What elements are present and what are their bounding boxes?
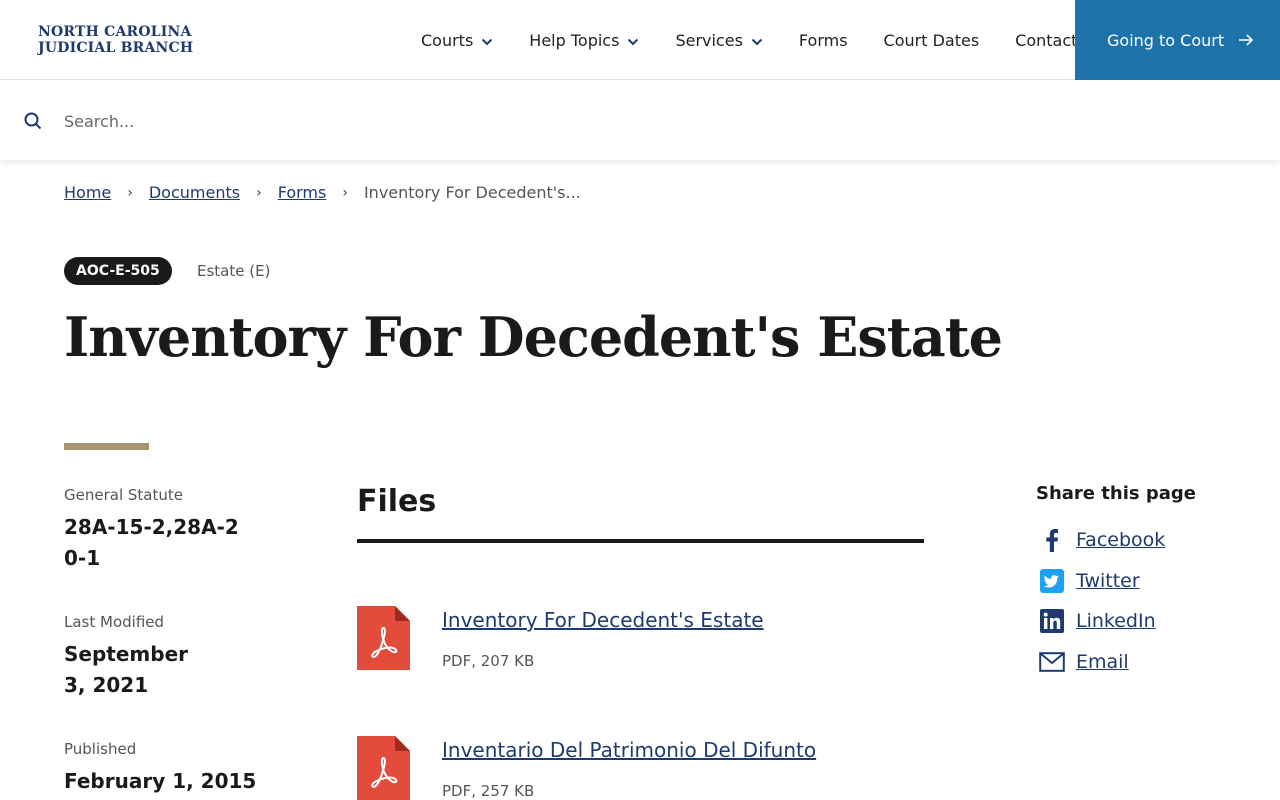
nav-item-services[interactable]: Services bbox=[675, 30, 763, 50]
breadcrumb: Home › Documents › Forms › Inventory For… bbox=[64, 183, 581, 202]
share-label: Twitter bbox=[1076, 570, 1140, 592]
chevron-right-icon: › bbox=[256, 184, 262, 201]
twitter-icon bbox=[1038, 567, 1066, 595]
meta-value: 28A-15-2,28A-20-1 bbox=[64, 515, 239, 570]
nav-item-label: Help Topics bbox=[529, 30, 620, 50]
facebook-icon bbox=[1038, 526, 1066, 554]
chevron-down-icon bbox=[481, 31, 493, 50]
logo-line-2: JUDICIAL BRANCH bbox=[38, 40, 194, 56]
chevron-down-icon bbox=[751, 31, 763, 50]
nav-item-contact[interactable]: Contact bbox=[1015, 31, 1077, 50]
meta-label: Published bbox=[64, 740, 137, 758]
nav-item-courts[interactable]: Courts bbox=[421, 31, 493, 50]
email-icon bbox=[1038, 648, 1066, 676]
form-category: Estate (E) bbox=[197, 262, 271, 280]
file-download-link[interactable]: Inventory For Decedent's Estate bbox=[442, 608, 764, 632]
arrow-right-icon bbox=[1238, 31, 1254, 50]
logo-line-1: NORTH CAROLINA bbox=[38, 24, 192, 40]
site-header: NORTH CAROLINA JUDICIAL BRANCH Courts He… bbox=[0, 0, 1280, 80]
search-icon[interactable] bbox=[24, 112, 42, 134]
linkedin-icon bbox=[1038, 607, 1066, 635]
chevron-right-icon: › bbox=[127, 184, 133, 201]
search-bar bbox=[0, 81, 1280, 160]
breadcrumb-home-link[interactable]: Home bbox=[64, 183, 111, 202]
nav-item-label: Services bbox=[675, 30, 743, 50]
meta-last-modified: Last Modified September 3, 2021 bbox=[64, 613, 254, 701]
nav-item-help-topics[interactable]: Help Topics bbox=[529, 31, 639, 50]
meta-value: September 3, 2021 bbox=[64, 642, 188, 697]
share-twitter-link[interactable]: Twitter bbox=[1038, 567, 1140, 595]
file-meta: PDF, 257 KB bbox=[442, 782, 535, 800]
going-to-court-label: Going to Court bbox=[1107, 30, 1225, 50]
chevron-down-icon bbox=[627, 31, 639, 50]
meta-published: Published February 1, 2015 bbox=[64, 740, 256, 797]
meta-general-statute: General Statute 28A-15-2,28A-20-1 bbox=[64, 486, 254, 574]
page-title: Inventory For Decedent's Estate bbox=[64, 305, 1003, 369]
pdf-icon[interactable] bbox=[357, 736, 410, 800]
file-item: Inventario Del Patrimonio Del Difunto PD… bbox=[357, 736, 957, 800]
file-meta: PDF, 207 KB bbox=[442, 652, 535, 670]
nav-item-court-dates[interactable]: Court Dates bbox=[884, 31, 980, 50]
going-to-court-button[interactable]: Going to Court bbox=[1075, 0, 1280, 80]
meta-value: February 1, 2015 bbox=[64, 769, 257, 793]
files-heading: Files bbox=[357, 484, 437, 519]
pdf-icon[interactable] bbox=[357, 606, 410, 674]
file-item: Inventory For Decedent's Estate PDF, 207… bbox=[357, 606, 957, 676]
file-download-link[interactable]: Inventario Del Patrimonio Del Difunto bbox=[442, 738, 816, 762]
nav-item-forms[interactable]: Forms bbox=[799, 31, 848, 50]
site-logo[interactable]: NORTH CAROLINA JUDICIAL BRANCH bbox=[38, 24, 193, 56]
breadcrumb-forms-link[interactable]: Forms bbox=[278, 183, 327, 202]
title-accent-divider bbox=[64, 443, 149, 450]
search-input[interactable] bbox=[56, 103, 1256, 139]
breadcrumb-current: Inventory For Decedent's... bbox=[363, 183, 581, 202]
share-linkedin-link[interactable]: LinkedIn bbox=[1038, 607, 1156, 635]
share-label: LinkedIn bbox=[1076, 610, 1156, 632]
share-label: Facebook bbox=[1076, 529, 1166, 551]
share-facebook-link[interactable]: Facebook bbox=[1038, 526, 1165, 554]
meta-label: Last Modified bbox=[64, 613, 165, 631]
share-heading: Share this page bbox=[1036, 483, 1196, 504]
nav-item-label: Court Dates bbox=[883, 30, 980, 50]
nav-item-label: Forms bbox=[798, 30, 848, 50]
files-divider bbox=[357, 539, 924, 543]
main-nav: Courts Help Topics Services Forms Court … bbox=[421, 0, 1077, 80]
nav-item-label: Courts bbox=[421, 30, 474, 50]
meta-label: General Statute bbox=[64, 486, 183, 504]
share-label: Email bbox=[1076, 651, 1129, 673]
form-code-badge: AOC-E-505 bbox=[64, 257, 172, 285]
breadcrumb-documents-link[interactable]: Documents bbox=[149, 183, 240, 202]
nav-item-label: Contact bbox=[1015, 30, 1078, 50]
share-email-link[interactable]: Email bbox=[1038, 648, 1129, 676]
chevron-right-icon: › bbox=[342, 184, 348, 201]
